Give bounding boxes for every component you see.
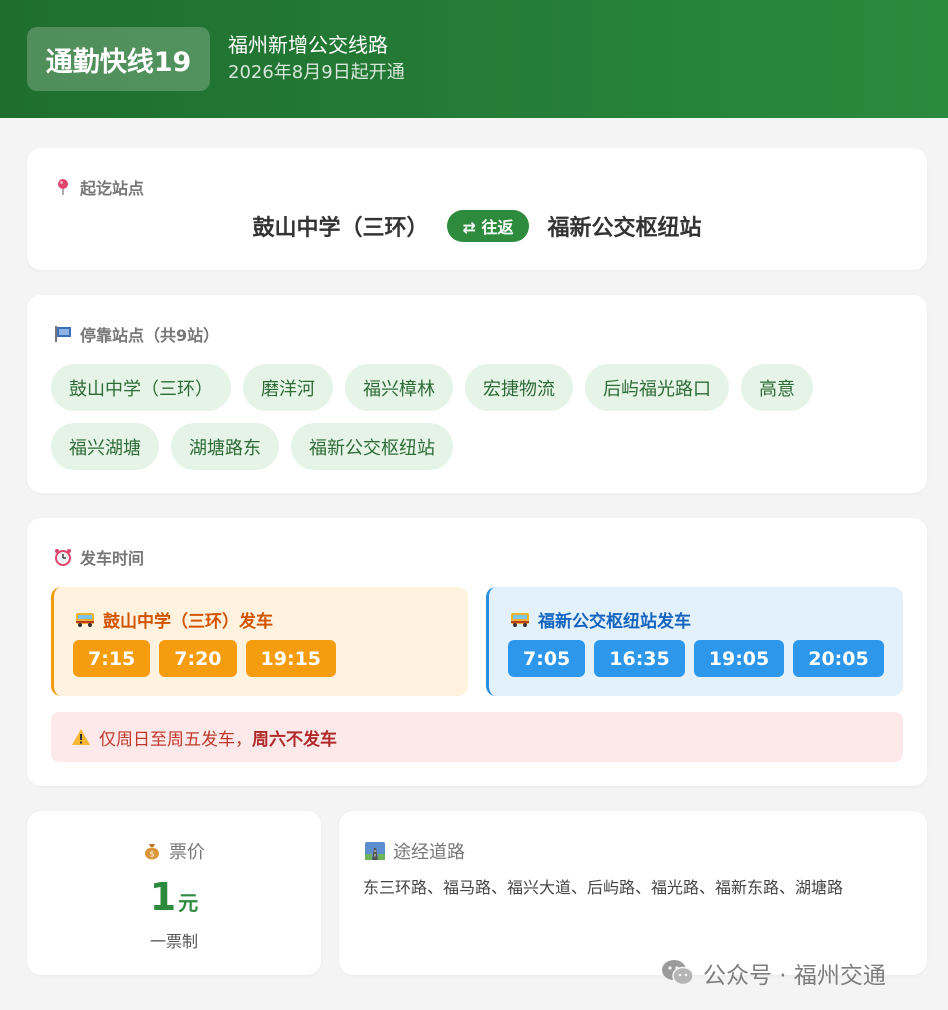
origin-departures-title: 鼓山中学（三环）发车 <box>75 607 273 632</box>
departure-time: 16:35 <box>594 640 685 677</box>
watermark-text: 公众号 · 福州交通 <box>703 963 886 989</box>
fare-amount: 1 <box>149 875 177 919</box>
header-open-date: 2026年8月9日起开通 <box>228 62 405 83</box>
stop-chip: 湖塘路东 <box>171 423 279 470</box>
destination-departures-title: 福新公交枢纽站发车 <box>510 607 691 632</box>
warning-icon <box>72 729 90 745</box>
service-days-notice: 仅周日至周五发车， 周六不发车 <box>51 712 903 762</box>
stop-chip: 福兴湖塘 <box>51 423 159 470</box>
destination-station: 福新公交枢纽站 <box>547 216 702 241</box>
stop-chip: 鼓山中学（三环） <box>51 364 231 411</box>
terminals-card: 起讫站点 鼓山中学（三环） ⇄ 往返 福新公交枢纽站 <box>27 148 927 270</box>
origin-departures-panel: 鼓山中学（三环）发车 7:15 7:20 19:15 <box>51 587 468 696</box>
header: 通勤快线19 福州新增公交线路 2026年8月9日起开通 <box>0 0 948 118</box>
terminals-title: 起讫站点 <box>54 175 144 199</box>
fare-title-label: 票价 <box>169 842 205 863</box>
terminals-row: 鼓山中学（三环） ⇄ 往返 福新公交枢纽站 <box>27 210 927 242</box>
destination-times: 7:05 16:35 19:05 20:05 <box>508 640 884 677</box>
stop-chip: 磨洋河 <box>243 364 333 411</box>
roads-title: 途经道路 <box>365 838 465 864</box>
roads-title-label: 途经道路 <box>393 842 465 863</box>
schedule-card: 发车时间 鼓山中学（三环）发车 7:15 7:20 19:15 福新公交枢纽站发… <box>27 518 927 786</box>
stop-chip: 后屿福光路口 <box>585 364 729 411</box>
destination-departures-panel: 福新公交枢纽站发车 7:05 16:35 19:05 20:05 <box>486 587 903 696</box>
alarm-clock-icon <box>55 549 71 566</box>
departure-time: 7:20 <box>159 640 237 677</box>
roads-card: 途经道路 东三环路、福马路、福兴大道、后屿路、福光路、福新东路、湖塘路 <box>339 811 927 975</box>
origin-times: 7:15 7:20 19:15 <box>73 640 337 677</box>
departure-time: 19:05 <box>693 640 785 677</box>
departure-time: 20:05 <box>793 640 884 677</box>
departure-time: 19:15 <box>245 640 337 677</box>
origin-departures-label: 鼓山中学（三环）发车 <box>103 612 273 632</box>
roads-list: 东三环路、福马路、福兴大道、后屿路、福光路、福新东路、湖塘路 <box>363 878 844 897</box>
notice-bold-text: 周六不发车 <box>252 729 337 750</box>
stop-chip: 福兴樟林 <box>345 364 453 411</box>
header-subtitle: 福州新增公交线路 <box>228 33 388 57</box>
stops-list: 鼓山中学（三环） 磨洋河 福兴樟林 宏捷物流 后屿福光路口 高意 福兴湖塘 湖塘… <box>51 364 911 470</box>
stop-chip: 高意 <box>741 364 813 411</box>
road-icon <box>365 842 385 860</box>
stop-chip: 宏捷物流 <box>465 364 573 411</box>
stops-title: 停靠站点（共9站） <box>54 322 219 346</box>
stops-card: 停靠站点（共9站） 鼓山中学（三环） 磨洋河 福兴樟林 宏捷物流 后屿福光路口 … <box>27 295 927 493</box>
bus-icon <box>511 612 529 627</box>
svg-text:$: $ <box>149 850 154 859</box>
stop-chip: 福新公交枢纽站 <box>291 423 453 470</box>
fare-value: 1元 <box>27 875 321 919</box>
fare-unit: 元 <box>178 891 199 915</box>
money-bag-icon: $ <box>145 844 159 860</box>
wechat-icon <box>662 960 694 986</box>
header-text: 福州新增公交线路 2026年8月9日起开通 <box>228 31 405 87</box>
roundtrip-badge: ⇄ 往返 <box>446 210 530 242</box>
departure-time: 7:05 <box>508 640 586 677</box>
fare-card: $ 票价 1元 一票制 <box>27 811 321 975</box>
fare-note: 一票制 <box>149 932 198 951</box>
schedule-title-label: 发车时间 <box>80 549 145 568</box>
destination-departures-label: 福新公交枢纽站发车 <box>538 612 691 632</box>
pin-icon <box>58 179 68 195</box>
bus-stop-sign-icon <box>55 326 71 342</box>
departure-time: 7:15 <box>73 640 151 677</box>
fare-title: $ 票价 <box>27 838 321 864</box>
notice-text: 仅周日至周五发车， <box>99 729 252 750</box>
bus-icon <box>76 612 94 627</box>
terminals-title-label: 起讫站点 <box>80 179 145 198</box>
origin-station: 鼓山中学（三环） <box>252 216 429 241</box>
schedule-title: 发车时间 <box>54 545 144 569</box>
stops-title-label: 停靠站点（共9站） <box>80 326 220 345</box>
route-name-badge: 通勤快线19 <box>27 27 210 91</box>
watermark: 公众号 · 福州交通 <box>661 956 886 990</box>
